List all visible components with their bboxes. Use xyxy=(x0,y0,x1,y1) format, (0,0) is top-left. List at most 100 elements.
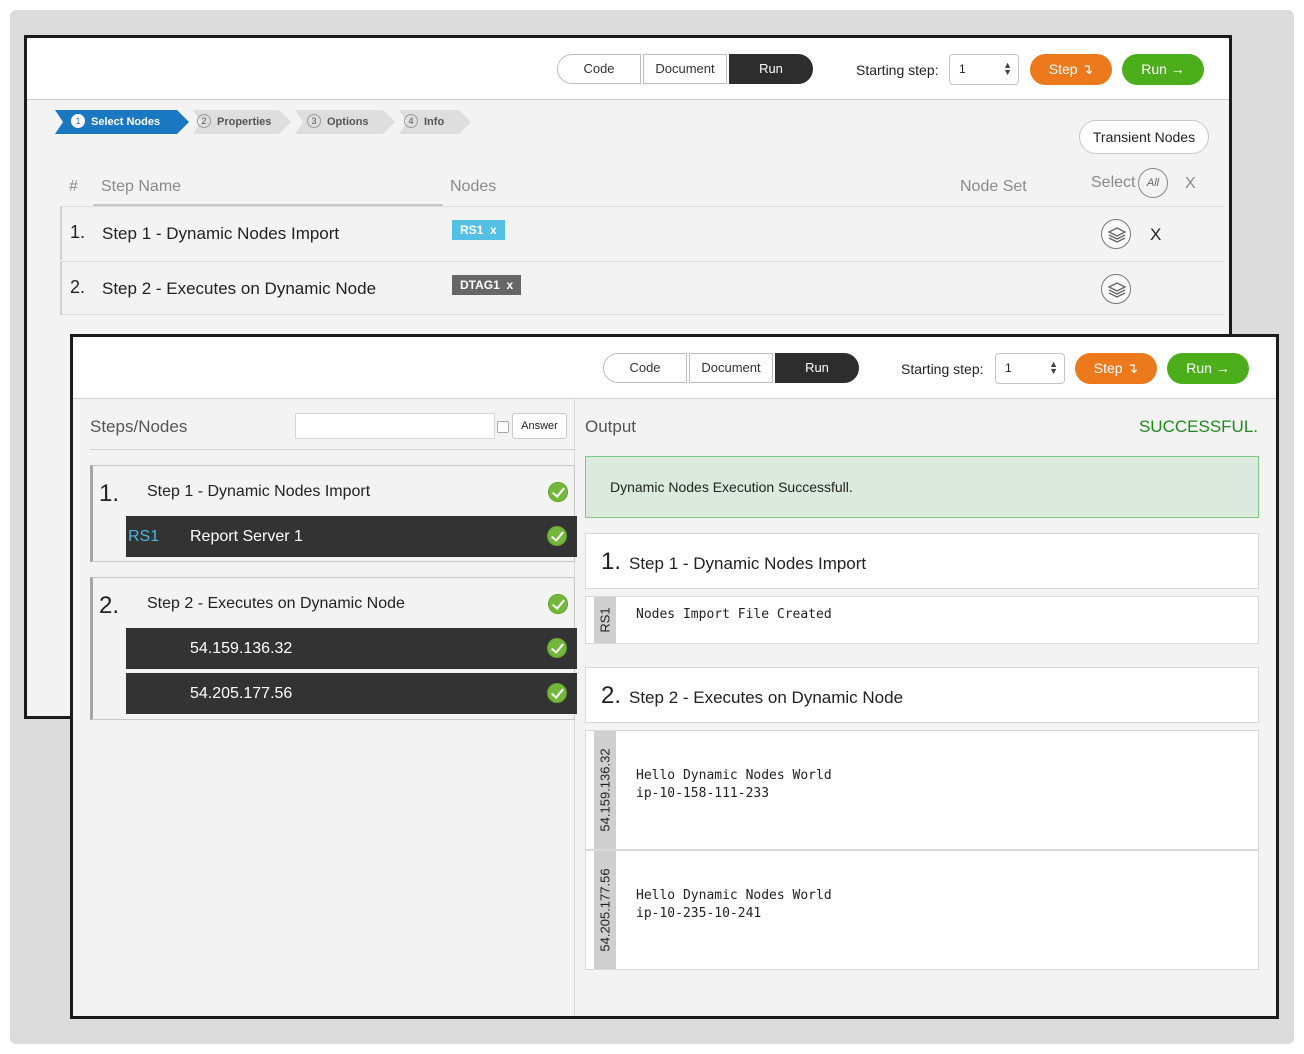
starting-step-select[interactable]: 1 ▲ ▼ xyxy=(995,353,1065,384)
node-tag-label: RS1 xyxy=(460,223,484,237)
divider xyxy=(90,449,575,450)
node-row[interactable]: RS1 Report Server 1 xyxy=(126,516,577,557)
run-toolbar: Code Document Run Starting step: 1 ▲ ▼ St… xyxy=(73,337,1276,399)
output-block: RS1 Nodes Import File Created xyxy=(585,596,1259,644)
clear-all-button[interactable]: X xyxy=(1185,175,1196,193)
wizard-step-label: Options xyxy=(327,116,369,128)
output-step-header: 1. Step 1 - Dynamic Nodes Import xyxy=(585,533,1259,589)
run-button[interactable]: Run → xyxy=(1167,353,1249,384)
wizard-step-number: 1 xyxy=(71,114,85,128)
node-tag: DTAG1 x xyxy=(452,275,522,295)
tab-document[interactable]: Document xyxy=(689,353,773,383)
updown-arrows-icon: ▲ ▼ xyxy=(1003,60,1012,77)
tab-run[interactable]: Run xyxy=(775,353,859,383)
wizard-step-label: Info xyxy=(424,116,445,128)
output-block: 54.159.136.32 Hello Dynamic Nodes World … xyxy=(585,730,1259,850)
step-button[interactable]: Step ↴ xyxy=(1030,54,1112,85)
success-alert: Dynamic Nodes Execution Successfull. xyxy=(585,456,1259,518)
output-title: Output xyxy=(585,417,637,436)
success-check-icon xyxy=(547,683,567,703)
output-block: 54.205.177.56 Hello Dynamic Nodes World … xyxy=(585,850,1259,970)
steps-nodes-title: Steps/Nodes xyxy=(90,417,188,436)
remove-tag-button[interactable]: x xyxy=(490,223,497,237)
remove-node-set-button[interactable]: X xyxy=(1150,225,1161,245)
transient-nodes-button[interactable]: Transient Nodes xyxy=(1079,120,1209,154)
view-mode-switch: Code Document Run xyxy=(603,353,859,383)
select-all-toggle[interactable]: All xyxy=(1138,168,1168,198)
wizard-step-number: 3 xyxy=(307,114,321,128)
run-button[interactable]: Run → xyxy=(1122,54,1204,85)
wizard-step-label: Select Nodes xyxy=(91,116,161,128)
node-name: 54.159.136.32 xyxy=(190,640,293,657)
wizard-step-info[interactable]: 4 Info xyxy=(404,110,444,134)
output-step-name: Step 1 - Dynamic Nodes Import xyxy=(629,554,867,573)
answer-checkbox[interactable] xyxy=(497,421,509,433)
node-id: RS1 xyxy=(128,528,160,545)
output-log-text: Nodes Import File Created xyxy=(636,607,832,622)
output-node-id: RS1 xyxy=(597,607,613,633)
column-select: Select xyxy=(1091,174,1136,191)
output-step-index: 1. xyxy=(601,548,622,575)
node-row[interactable]: 54.205.177.56 xyxy=(126,673,577,714)
node-tag: RS1 x xyxy=(452,220,505,240)
output-node-label: 54.205.177.56 xyxy=(594,851,616,969)
success-check-icon xyxy=(547,526,567,546)
step-index: 2. xyxy=(70,277,86,297)
step-index: 1. xyxy=(70,222,86,242)
step-name: Step 1 - Dynamic Nodes Import xyxy=(102,224,340,243)
starting-step-value: 1 xyxy=(1005,361,1012,375)
output-step-index: 2. xyxy=(601,682,622,709)
tab-run[interactable]: Run xyxy=(729,54,813,84)
starting-step-label: Starting step: xyxy=(856,62,939,78)
output-log-text: Hello Dynamic Nodes World ip-10-158-111-… xyxy=(636,768,832,801)
column-step-name[interactable]: Step Name xyxy=(101,178,181,196)
wizard-step-properties[interactable]: 2 Properties xyxy=(197,110,271,134)
starting-step-value: 1 xyxy=(959,62,966,76)
updown-arrows-icon: ▲ ▼ xyxy=(1049,359,1058,376)
output-node-id: 54.159.136.32 xyxy=(597,748,613,832)
view-mode-switch: Code Document Run xyxy=(557,54,813,84)
remove-tag-button[interactable]: x xyxy=(506,278,513,292)
step-button[interactable]: Step ↴ xyxy=(1075,353,1157,384)
success-check-icon xyxy=(548,594,568,614)
workflow-run-window: Code Document Run Starting step: 1 ▲ ▼ St… xyxy=(70,334,1279,1019)
wizard-step-number: 2 xyxy=(197,114,211,128)
starting-step-label: Starting step: xyxy=(901,361,984,377)
step-group[interactable]: 2. Step 2 - Executes on Dynamic Node 54.… xyxy=(90,577,577,720)
column-hash: # xyxy=(69,178,78,195)
column-node-set: Node Set xyxy=(960,178,1027,195)
success-check-icon xyxy=(548,482,568,502)
starting-step-select[interactable]: 1 ▲ ▼ xyxy=(949,54,1019,85)
node-row[interactable]: 54.159.136.32 xyxy=(126,628,577,669)
output-node-id: 54.205.177.56 xyxy=(597,868,613,952)
node-name: Report Server 1 xyxy=(190,528,303,545)
tab-code[interactable]: Code xyxy=(603,353,687,383)
output-node-label: RS1 xyxy=(594,597,616,643)
wizard-step-select-nodes[interactable]: 1 Select Nodes xyxy=(71,110,160,134)
tab-document[interactable]: Document xyxy=(643,54,727,84)
wizard-step-label: Properties xyxy=(217,116,272,128)
step-row[interactable]: 2. Step 2 - Executes on Dynamic Node DTA… xyxy=(60,261,1224,315)
tab-code[interactable]: Code xyxy=(557,54,641,84)
success-check-icon xyxy=(547,638,567,658)
node-set-layers-icon[interactable] xyxy=(1101,219,1131,249)
step-name: Step 2 - Executes on Dynamic Node xyxy=(147,595,405,612)
answer-button[interactable]: Answer xyxy=(512,413,567,439)
column-nodes: Nodes xyxy=(450,178,497,195)
output-node-label: 54.159.136.32 xyxy=(594,731,616,849)
step-name: Step 1 - Dynamic Nodes Import xyxy=(147,483,371,500)
output-log-text: Hello Dynamic Nodes World ip-10-235-10-2… xyxy=(636,888,832,921)
output-step-name: Step 2 - Executes on Dynamic Node xyxy=(629,688,904,707)
output-step-header: 2. Step 2 - Executes on Dynamic Node xyxy=(585,667,1259,723)
step-name: Step 2 - Executes on Dynamic Node xyxy=(102,279,377,298)
step-row[interactable]: 1. Step 1 - Dynamic Nodes Import RS1 x X xyxy=(60,206,1224,260)
node-filter-input[interactable] xyxy=(295,413,495,439)
wizard-step-number: 4 xyxy=(404,114,418,128)
step-index: 1. xyxy=(99,480,120,507)
step-group[interactable]: 1. Step 1 - Dynamic Nodes Import RS1 Rep… xyxy=(90,465,577,562)
node-tag-label: DTAG1 xyxy=(460,278,500,292)
wizard-step-options[interactable]: 3 Options xyxy=(307,110,369,134)
node-set-layers-icon[interactable] xyxy=(1101,274,1131,304)
node-name: 54.205.177.56 xyxy=(190,685,293,702)
run-status: SUCCESSFUL. xyxy=(1138,417,1258,436)
